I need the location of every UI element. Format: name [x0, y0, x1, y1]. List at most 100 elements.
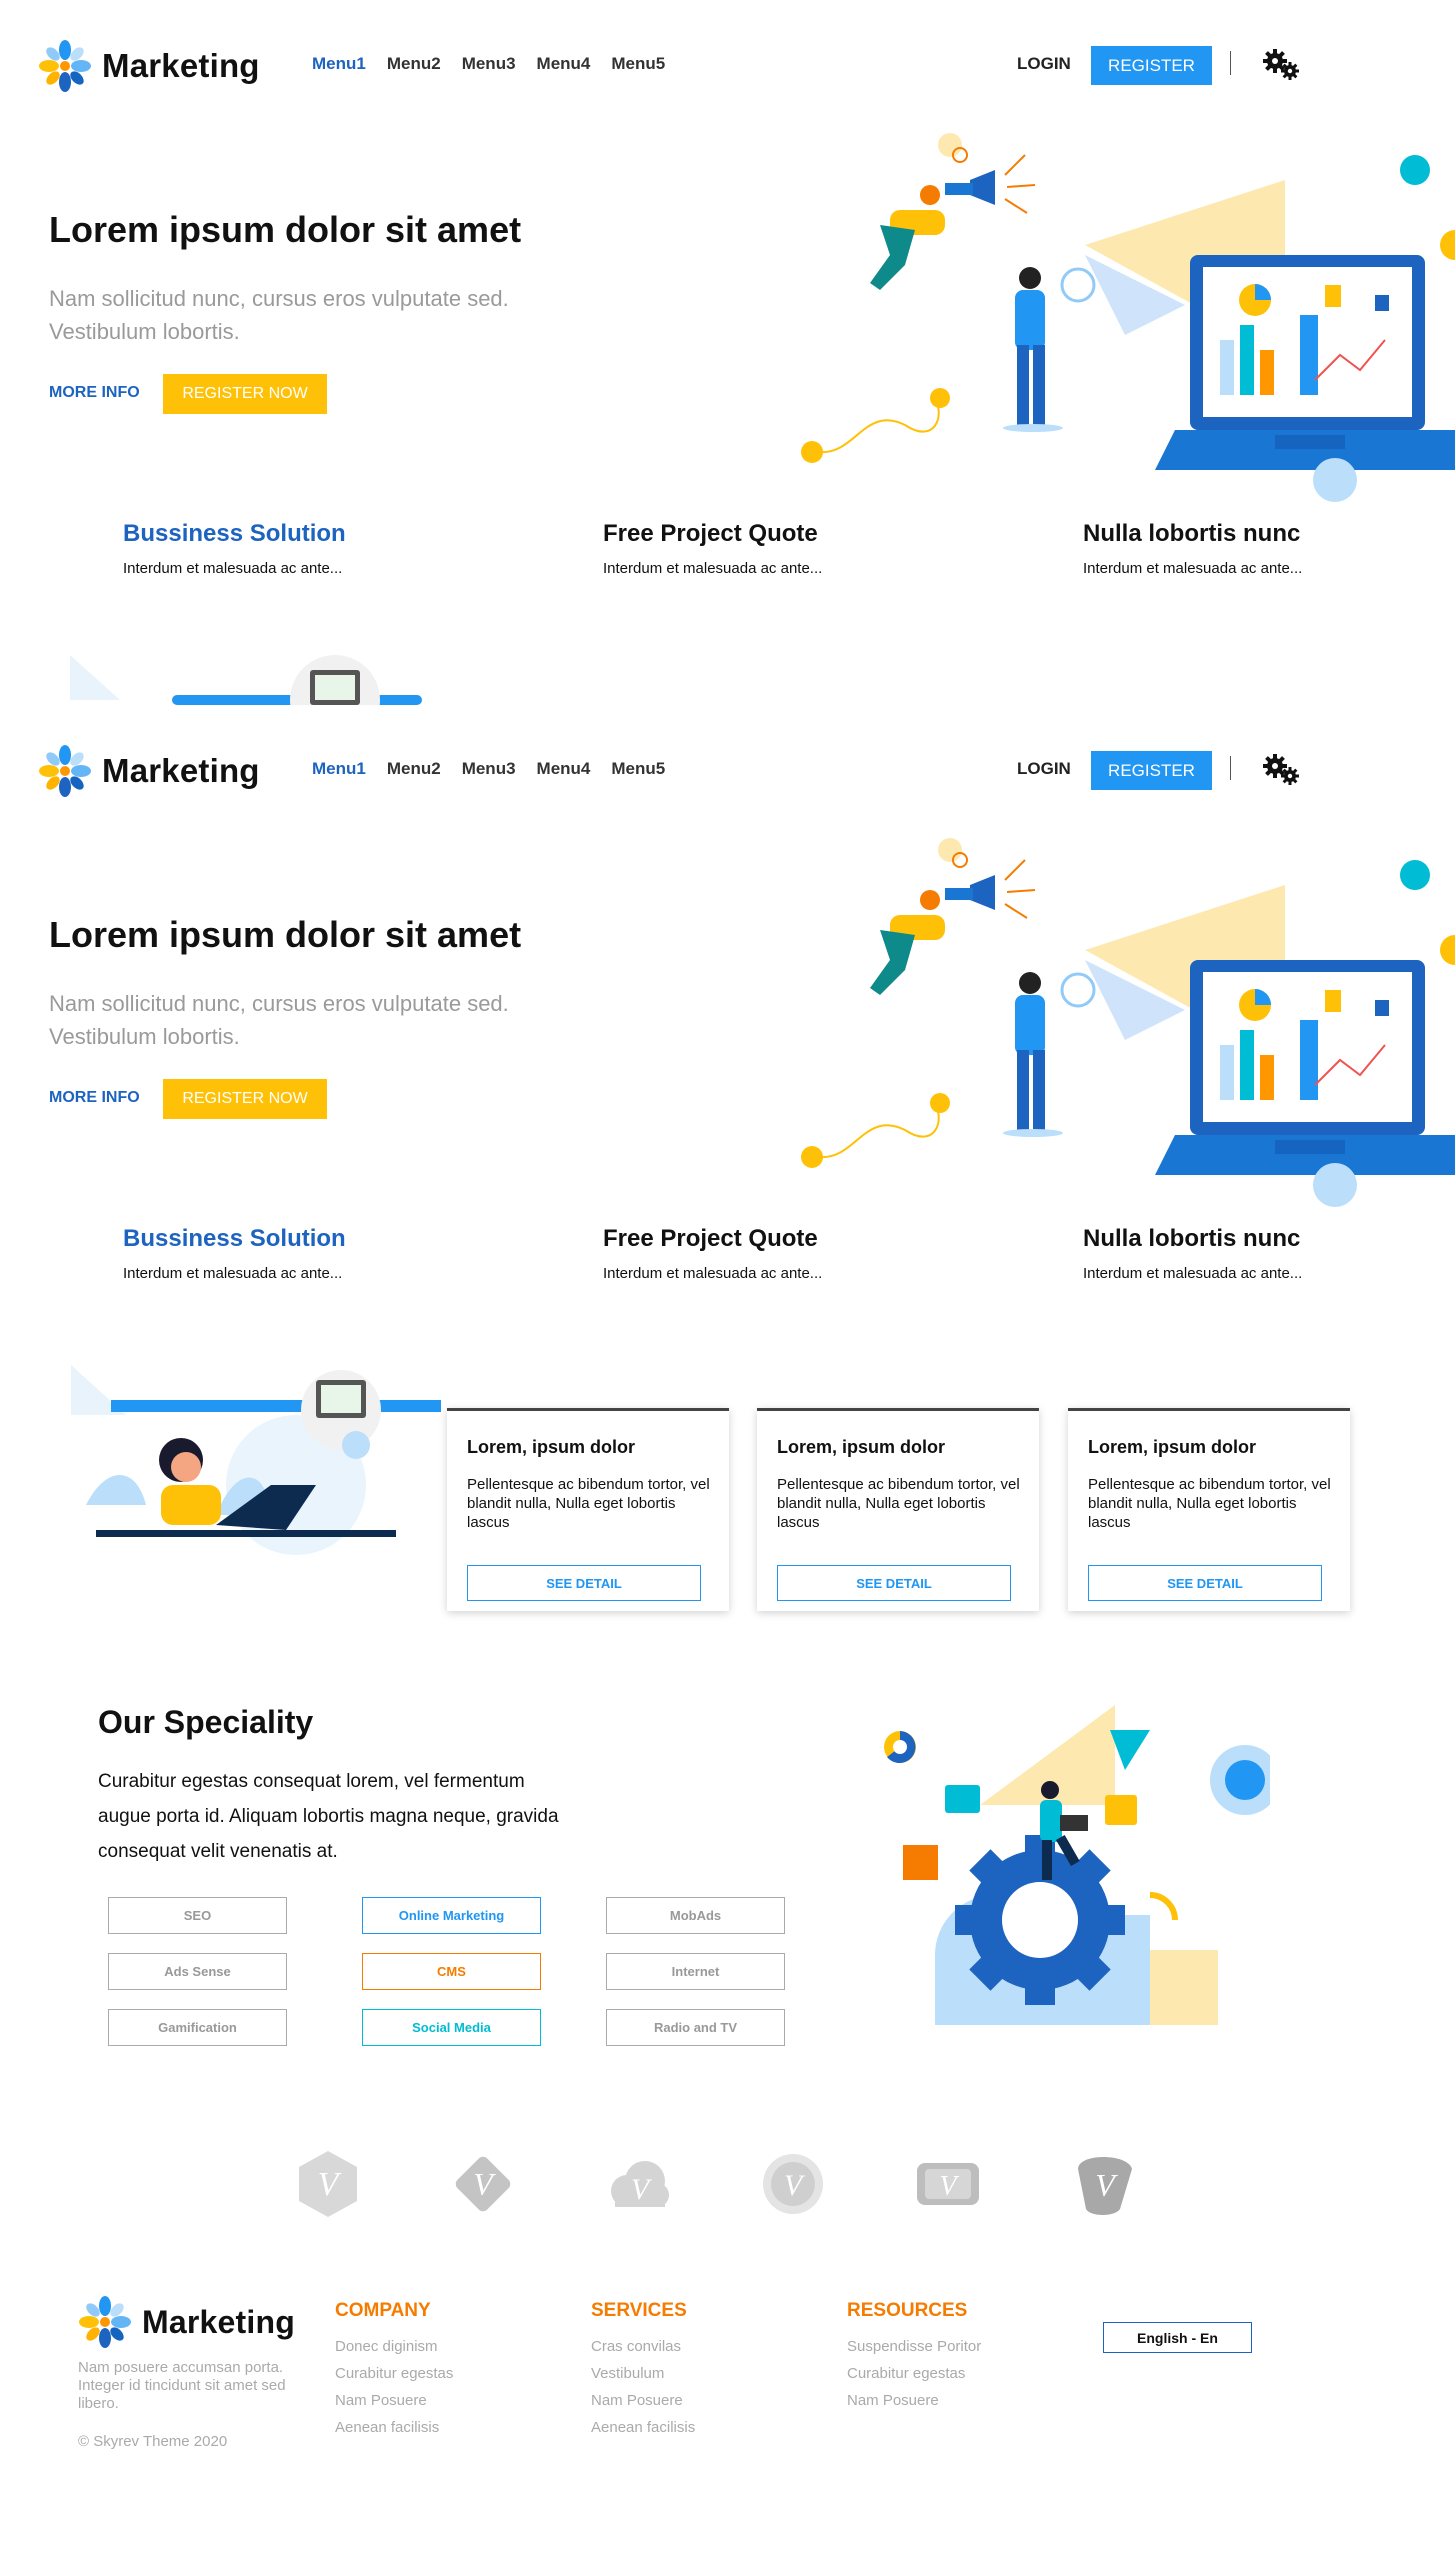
brand-logo[interactable]: Marketing: [38, 744, 260, 798]
nav-menu2[interactable]: Menu2: [387, 54, 441, 74]
feature-title: Nulla lobortis nunc: [1083, 520, 1301, 547]
brand-name: Marketing: [102, 752, 260, 789]
feature-title: Free Project Quote: [603, 1225, 818, 1252]
register-now-button[interactable]: REGISTER NOW: [163, 374, 327, 414]
hero-subtitle: Nam sollicitud nunc, cursus eros vulputa…: [49, 286, 509, 344]
tag-internet[interactable]: Internet: [606, 1953, 785, 1990]
nav-menu4[interactable]: Menu4: [537, 759, 591, 779]
feature-title: Bussiness Solution: [123, 520, 346, 547]
feature-business-solution[interactable]: Bussiness Solution Interdum et malesuada…: [123, 520, 483, 577]
vimeo-logo-icon[interactable]: V: [1070, 2149, 1136, 2219]
footer-link[interactable]: Curabitur egestas: [335, 2365, 453, 2382]
main-nav: Menu1 Menu2 Menu3 Menu4 Menu5: [312, 54, 665, 74]
vimeo-logo-icon[interactable]: V: [295, 2149, 361, 2219]
service-card: Lorem, ipsum dolor Pellentesque ac biben…: [757, 1408, 1039, 1611]
site-header: Marketing Menu1 Menu2 Menu3 Menu4 Menu5 …: [0, 33, 1455, 99]
footer-column-services: SERVICES Cras convilas Vestibulum Nam Po…: [591, 2300, 695, 2446]
nav-menu4[interactable]: Menu4: [537, 54, 591, 74]
tag-radio-and-tv[interactable]: Radio and TV: [606, 2009, 785, 2046]
vimeo-logo-icon[interactable]: V: [605, 2149, 671, 2219]
vimeo-logo-icon[interactable]: V: [450, 2149, 516, 2219]
feature-text: Interdum et malesuada ac ante...: [123, 560, 343, 577]
feature-nulla-lobortis[interactable]: Nulla lobortis nunc Interdum et malesuad…: [1083, 520, 1443, 577]
tag-mobads[interactable]: MobAds: [606, 1897, 785, 1934]
hero-illustration: [801, 838, 1455, 1207]
speciality-illustration: [884, 1705, 1270, 2025]
support-agent-illustration: [71, 1365, 441, 1555]
feature-text: Interdum et malesuada ac ante...: [1083, 560, 1303, 577]
see-detail-button[interactable]: SEE DETAIL: [1088, 1565, 1322, 1601]
nav-menu2[interactable]: Menu2: [387, 759, 441, 779]
svg-text:V: V: [939, 2171, 959, 2202]
settings-gears-icon[interactable]: [1261, 48, 1301, 82]
nav-menu1[interactable]: Menu1: [312, 54, 366, 74]
card-title: Lorem, ipsum dolor: [467, 1437, 636, 1457]
card-text: Pellentesque ac bibendum tortor, vel bla…: [1088, 1476, 1331, 1531]
more-info-link[interactable]: MORE INFO: [49, 1089, 140, 1107]
settings-gears-icon[interactable]: [1261, 753, 1301, 787]
register-button[interactable]: REGISTER: [1091, 751, 1212, 790]
tag-ads-sense[interactable]: Ads Sense: [108, 1953, 287, 1990]
feature-free-project-quote[interactable]: Free Project Quote Interdum et malesuada…: [603, 520, 963, 577]
footer-link[interactable]: Aenean facilisis: [591, 2419, 695, 2436]
tag-seo[interactable]: SEO: [108, 1897, 287, 1934]
footer-link[interactable]: Aenean facilisis: [335, 2419, 453, 2436]
register-button[interactable]: REGISTER: [1091, 46, 1212, 85]
flower-logo-icon: [39, 40, 91, 92]
feature-free-project-quote[interactable]: Free Project Quote Interdum et malesuada…: [603, 1225, 963, 1282]
feature-text: Interdum et malesuada ac ante...: [603, 1265, 823, 1282]
tag-gamification[interactable]: Gamification: [108, 2009, 287, 2046]
login-link[interactable]: LOGIN: [1017, 54, 1071, 74]
feature-nulla-lobortis[interactable]: Nulla lobortis nunc Interdum et malesuad…: [1083, 1225, 1443, 1282]
footer-brand-logo[interactable]: Marketing: [78, 2295, 295, 2349]
landing-page: Marketing Menu1 Menu2 Menu3 Menu4 Menu5 …: [0, 705, 1455, 2576]
footer-column-resources: RESOURCES Suspendisse Poritor Curabitur …: [847, 2300, 981, 2419]
footer-link[interactable]: Nam Posuere: [591, 2392, 695, 2409]
footer-link[interactable]: Cras convilas: [591, 2338, 695, 2355]
footer-link[interactable]: Donec diginism: [335, 2338, 453, 2355]
brand-logo[interactable]: Marketing: [38, 39, 260, 93]
hero-subtitle: Nam sollicitud nunc, cursus eros vulputa…: [49, 991, 509, 1049]
site-header: Marketing Menu1 Menu2 Menu3 Menu4 Menu5 …: [0, 738, 1455, 804]
footer-copyright: © Skyrev Theme 2020: [78, 2433, 228, 2450]
svg-text:V: V: [473, 2166, 496, 2202]
footer-column-title: COMPANY: [335, 2300, 431, 2321]
header-divider: [1230, 756, 1231, 780]
hero-illustration: [801, 133, 1455, 502]
footer-column-title: RESOURCES: [847, 2300, 968, 2321]
footer-link[interactable]: Vestibulum: [591, 2365, 695, 2382]
login-link[interactable]: LOGIN: [1017, 759, 1071, 779]
more-info-link[interactable]: MORE INFO: [49, 384, 140, 402]
tag-online-marketing[interactable]: Online Marketing: [362, 1897, 541, 1934]
feature-business-solution[interactable]: Bussiness Solution Interdum et malesuada…: [123, 1225, 483, 1282]
feature-text: Interdum et malesuada ac ante...: [123, 1265, 343, 1282]
footer-link[interactable]: Nam Posuere: [335, 2392, 453, 2409]
feature-title: Bussiness Solution: [123, 1225, 346, 1252]
feature-title: Nulla lobortis nunc: [1083, 1225, 1301, 1252]
footer-column-company: COMPANY Donec diginism Curabitur egestas…: [335, 2300, 453, 2446]
feature-text: Interdum et malesuada ac ante...: [1083, 1265, 1303, 1282]
footer-column-title: SERVICES: [591, 2300, 687, 2321]
tag-cms[interactable]: CMS: [362, 1953, 541, 1990]
see-detail-button[interactable]: SEE DETAIL: [777, 1565, 1011, 1601]
vimeo-logo-icon[interactable]: V: [760, 2149, 826, 2219]
nav-menu1[interactable]: Menu1: [312, 759, 366, 779]
nav-menu5[interactable]: Menu5: [611, 759, 665, 779]
main-nav: Menu1 Menu2 Menu3 Menu4 Menu5: [312, 759, 665, 779]
language-selector[interactable]: English - En: [1103, 2322, 1252, 2353]
vimeo-logo-icon[interactable]: V: [915, 2149, 981, 2219]
partner-logos: V V V V V V: [295, 2149, 1155, 2225]
nav-menu3[interactable]: Menu3: [462, 54, 516, 74]
flower-logo-icon: [79, 2296, 131, 2348]
nav-menu3[interactable]: Menu3: [462, 759, 516, 779]
footer-link[interactable]: Suspendisse Poritor: [847, 2338, 981, 2355]
register-now-button[interactable]: REGISTER NOW: [163, 1079, 327, 1119]
nav-menu5[interactable]: Menu5: [611, 54, 665, 74]
footer-link[interactable]: Curabitur egestas: [847, 2365, 981, 2382]
see-detail-button[interactable]: SEE DETAIL: [467, 1565, 701, 1601]
feature-title: Free Project Quote: [603, 520, 818, 547]
tag-social-media[interactable]: Social Media: [362, 2009, 541, 2046]
header-divider: [1230, 51, 1231, 75]
footer-link[interactable]: Nam Posuere: [847, 2392, 981, 2409]
features-row: Bussiness Solution Interdum et malesuada…: [0, 1225, 1455, 1295]
